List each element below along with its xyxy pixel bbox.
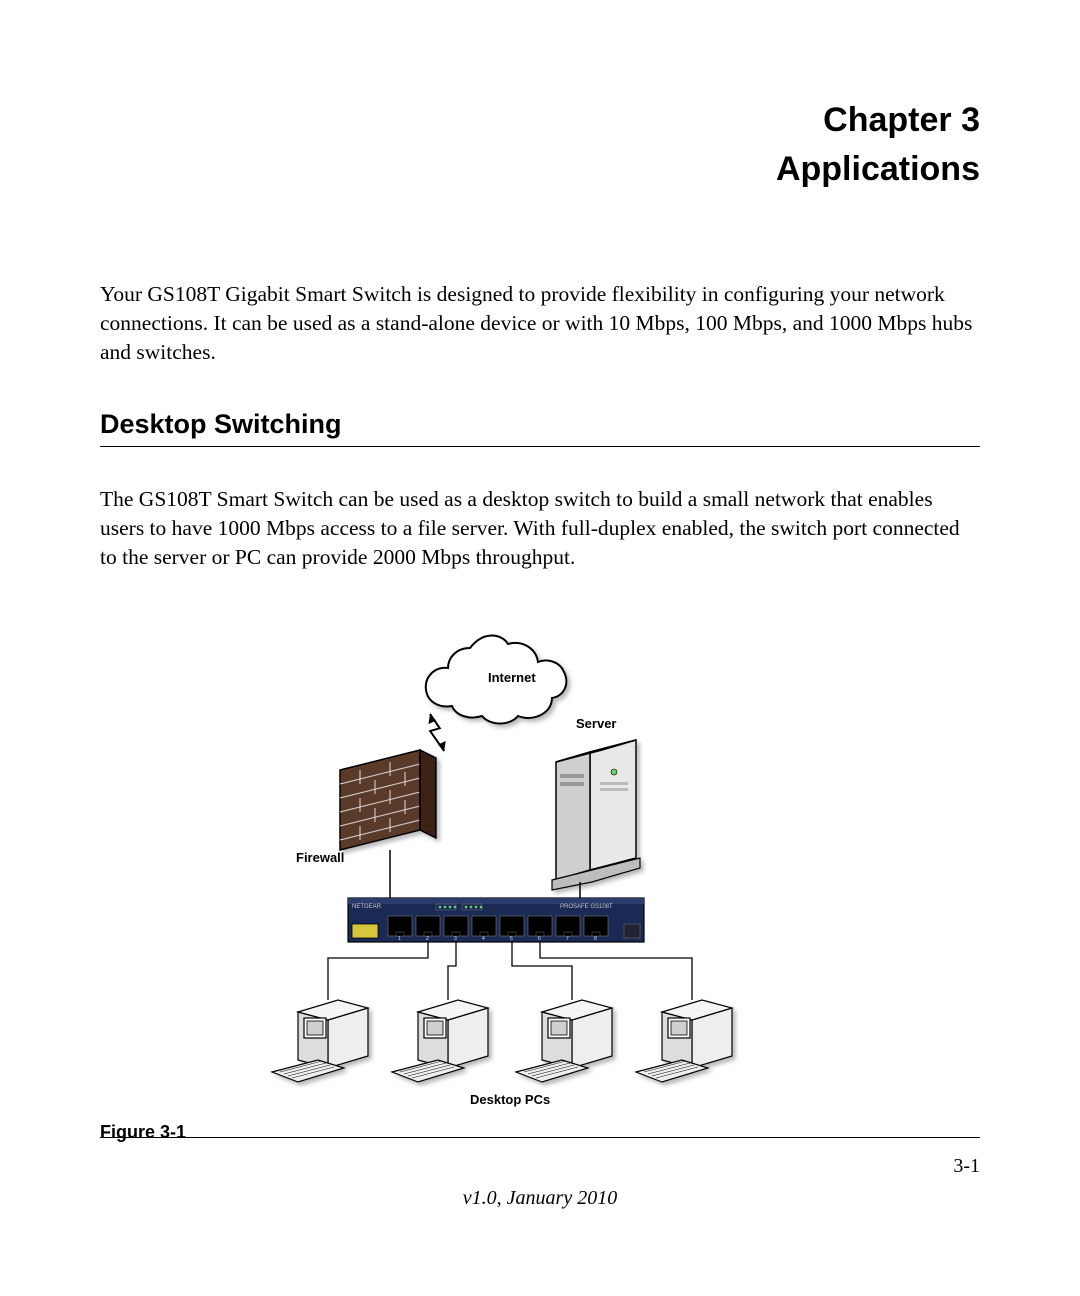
intro-paragraph: Your GS108T Gigabit Smart Switch is desi… — [100, 280, 980, 367]
figure-caption: Figure 3-1 — [100, 1122, 980, 1143]
desktop-pc-2 — [392, 1000, 488, 1082]
desktop-pc-1 — [272, 1000, 368, 1082]
svg-text:4: 4 — [482, 936, 485, 942]
firewall-label: Firewall — [296, 850, 344, 865]
desktop-pc-4 — [636, 1000, 732, 1082]
figure-3-1: Internet — [100, 602, 980, 1143]
chapter-title: Applications — [100, 149, 980, 190]
section-heading: Desktop Switching — [100, 409, 980, 440]
cables-to-pcs — [328, 942, 692, 1000]
svg-text:6: 6 — [538, 936, 541, 942]
desktop-pcs-label: Desktop PCs — [470, 1092, 550, 1107]
switch-model: PROSAFE GS108T — [560, 904, 613, 910]
section-rule — [100, 446, 980, 447]
svg-text:5: 5 — [510, 936, 513, 942]
svg-text:7: 7 — [566, 936, 569, 942]
doc-version: v1.0, January 2010 — [0, 1187, 1080, 1210]
server-icon — [552, 740, 640, 890]
server-label: Server — [576, 716, 616, 731]
svg-text:2: 2 — [426, 936, 429, 942]
switch-brand: NETGEAR — [352, 904, 382, 910]
svg-text:8: 8 — [594, 936, 597, 942]
page-number: 3-1 — [953, 1155, 980, 1178]
svg-text:3: 3 — [454, 936, 457, 942]
firewall-icon — [340, 742, 436, 850]
switch-icon: NETGEAR PROSAFE GS108T — [348, 898, 644, 942]
chapter-number: Chapter 3 — [100, 100, 980, 141]
svg-text:1: 1 — [398, 936, 401, 942]
section-body: The GS108T Smart Switch can be used as a… — [100, 485, 980, 572]
internet-label: Internet — [488, 670, 536, 685]
desktop-pc-3 — [516, 1000, 612, 1082]
footer-rule — [100, 1137, 980, 1138]
